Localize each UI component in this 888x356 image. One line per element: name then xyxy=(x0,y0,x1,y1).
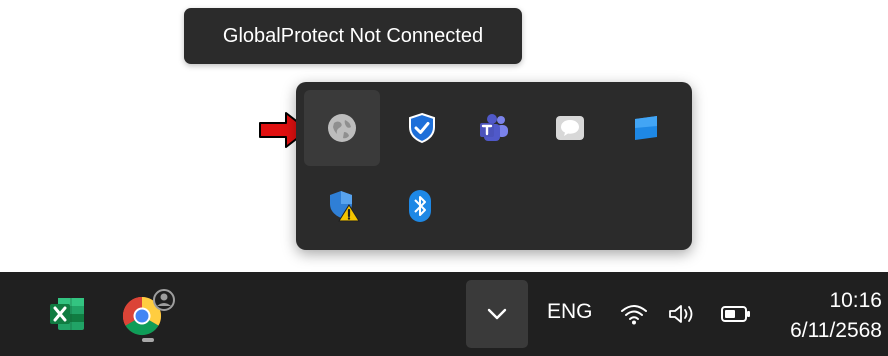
battery-icon xyxy=(721,306,750,322)
chrome-icon xyxy=(122,289,175,336)
input-language-indicator[interactable]: ENG xyxy=(547,300,593,324)
tooltip: GlobalProtect Not Connected xyxy=(184,8,522,64)
running-indicator xyxy=(142,338,154,342)
taskbar: ENG 10:16 6/11/2568 xyxy=(0,272,888,356)
taskbar-app-chrome[interactable] xyxy=(118,284,178,344)
blue-tile-app-icon xyxy=(635,116,657,140)
defender-warning-icon xyxy=(330,191,360,222)
bluetooth-icon xyxy=(409,190,431,222)
wifi-icon xyxy=(621,305,647,325)
excel-icon xyxy=(50,298,84,330)
globalprotect-icon xyxy=(328,114,356,142)
chat-app-icon xyxy=(556,116,584,140)
clock-date: 6/11/2568 xyxy=(790,319,882,342)
tray-item-defender-warning[interactable] xyxy=(306,168,382,244)
quick-settings-button[interactable] xyxy=(620,296,752,332)
taskbar-app-excel[interactable] xyxy=(36,284,96,344)
tray-item-globalprotect[interactable] xyxy=(304,90,380,166)
tray-item-chat-app[interactable] xyxy=(532,90,608,166)
tray-item-windows-security[interactable] xyxy=(384,90,460,166)
speaker-icon xyxy=(669,305,693,323)
tray-item-blue-tile-app[interactable] xyxy=(608,90,684,166)
hidden-icons-flyout xyxy=(296,82,692,250)
teams-icon xyxy=(480,114,508,141)
tooltip-text: GlobalProtect Not Connected xyxy=(222,25,484,47)
tray-item-bluetooth[interactable] xyxy=(382,168,458,244)
show-hidden-icons-button[interactable] xyxy=(466,280,528,348)
tray-item-teams[interactable] xyxy=(456,90,532,166)
clock-time: 10:16 xyxy=(829,289,882,312)
clock[interactable]: 10:16 6/11/2568 xyxy=(790,286,882,346)
chevron-down-icon xyxy=(487,308,507,320)
windows-security-icon xyxy=(409,112,435,144)
